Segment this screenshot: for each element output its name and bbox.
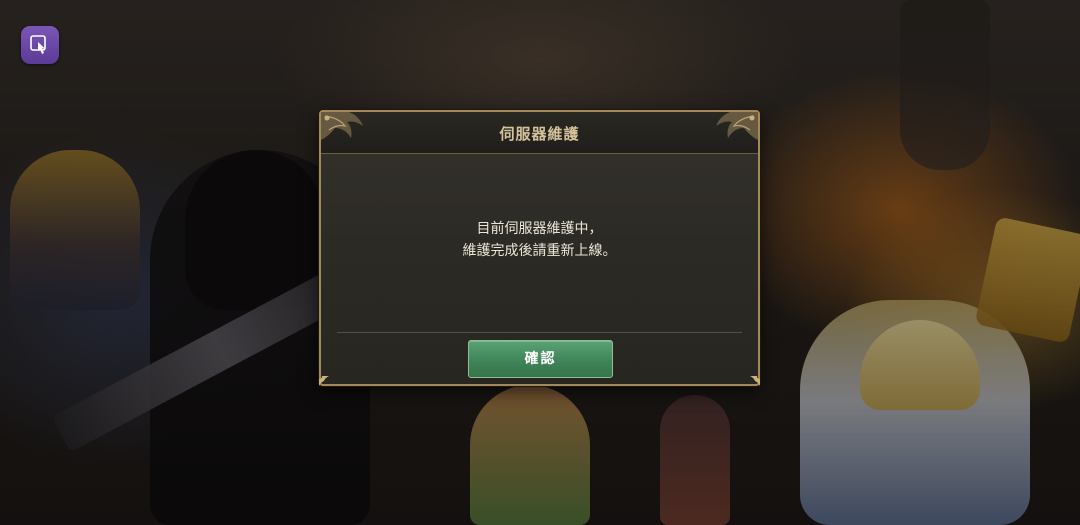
touch-hand-icon bbox=[30, 35, 46, 54]
dialog-title: 伺服器維護 bbox=[499, 125, 580, 143]
maintenance-dialog: 伺服器維護 目前伺服器維護中， 維護完成後請重新上線。 確認 bbox=[319, 110, 760, 386]
confirm-button[interactable]: 確認 bbox=[468, 340, 613, 378]
corner-ornament-icon bbox=[319, 376, 329, 386]
dialog-header: 伺服器維護 bbox=[321, 112, 758, 154]
game-screen: 伺服器維護 目前伺服器維護中， 維護完成後請重新上線。 確認 bbox=[0, 0, 1080, 525]
dialog-message: 目前伺服器維護中， 維護完成後請重新上線。 bbox=[321, 218, 758, 262]
dialog-message-line: 目前伺服器維護中， bbox=[476, 221, 603, 237]
dialog-divider bbox=[337, 332, 742, 333]
touch-assist-button[interactable] bbox=[21, 26, 59, 64]
corner-ornament-icon bbox=[750, 376, 760, 386]
dialog-message-line: 維護完成後請重新上線。 bbox=[462, 243, 617, 259]
